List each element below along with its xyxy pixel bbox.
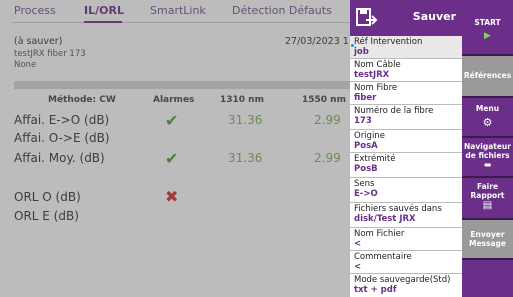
references-button[interactable]: Références (462, 56, 513, 98)
field-label: Sens (354, 179, 375, 189)
field-fiber-name[interactable]: Nom Fibre fiber (350, 82, 462, 105)
report-label-1: Faire (476, 182, 499, 191)
field-extremity[interactable]: Extrémité PosB (350, 153, 462, 178)
send-label-2: Message (469, 239, 506, 248)
field-value: disk/Test JRX (354, 214, 416, 224)
field-label: Nom Fibre (354, 83, 398, 93)
field-origin[interactable]: Origine PosA (350, 130, 462, 153)
field-label: Extrémité (354, 154, 396, 164)
folder-icon: ▬ (483, 160, 492, 169)
save-button-label: Sauver (412, 10, 456, 23)
field-value: < (354, 262, 362, 272)
save-panel: Sauver Réf Intervention job Nom Câble te… (350, 0, 462, 297)
send-message-button[interactable]: Envoyer Message (462, 220, 513, 260)
right-button-column: START ▶ Références Menu ⚙ Navigateur de … (462, 0, 513, 297)
field-comment[interactable]: Commentaire < (350, 251, 462, 274)
field-save-directory[interactable]: Fichiers sauvés dans disk/Test JRX (350, 203, 462, 228)
make-report-button[interactable]: Faire Rapport ▤ (462, 178, 513, 220)
field-direction[interactable]: Sens E->O (350, 178, 462, 203)
field-label: Commentaire (354, 252, 412, 262)
field-label: Réf Intervention (354, 37, 423, 47)
save-panel-header[interactable]: Sauver (350, 0, 462, 36)
field-value: testJRX (354, 70, 390, 80)
field-fiber-number[interactable]: Numéro de la fibre 173 (350, 105, 462, 130)
nav-label-1: Navigateur (464, 142, 511, 151)
references-label: Références (463, 71, 512, 80)
field-value: PosB (354, 164, 378, 174)
menu-button[interactable]: Menu ⚙ (462, 98, 513, 138)
field-file-name[interactable]: Nom Fichier < (350, 228, 462, 251)
start-button[interactable]: START ▶ (462, 0, 513, 56)
field-label: Fichiers sauvés dans (354, 204, 442, 214)
play-icon: ▶ (484, 31, 491, 41)
field-cable-name[interactable]: Nom Câble testJRX (350, 59, 462, 82)
field-value: PosA (354, 141, 378, 151)
field-save-mode[interactable]: Mode sauvegarde(Std) txt + pdf (350, 274, 462, 297)
field-label: Mode sauvegarde(Std) (354, 275, 451, 285)
field-value: < (354, 239, 362, 249)
field-value: txt + pdf (354, 285, 397, 295)
gear-icon: ⚙ (482, 116, 493, 129)
modal-dim-overlay (0, 0, 350, 297)
document-icon: ▤ (482, 200, 493, 211)
field-label: Origine (354, 131, 385, 141)
start-label: START (474, 18, 501, 27)
field-value: E->O (354, 189, 378, 199)
empty-button[interactable] (462, 260, 513, 297)
field-value: fiber (354, 93, 377, 103)
report-label-2: Rapport (470, 191, 505, 200)
save-export-icon (356, 8, 378, 26)
send-label-1: Envoyer (470, 230, 505, 239)
menu-label: Menu (475, 104, 500, 113)
field-label: Nom Câble (354, 60, 401, 70)
file-browser-button[interactable]: Navigateur de fichiers ▬ (462, 138, 513, 178)
field-label: Numéro de la fibre (354, 106, 434, 116)
field-ref-intervention[interactable]: Réf Intervention job (350, 36, 462, 59)
field-label: Nom Fichier (354, 229, 405, 239)
field-value: job (354, 47, 369, 57)
nav-label-2: de fichiers (465, 151, 510, 160)
field-value: 173 (354, 116, 372, 126)
